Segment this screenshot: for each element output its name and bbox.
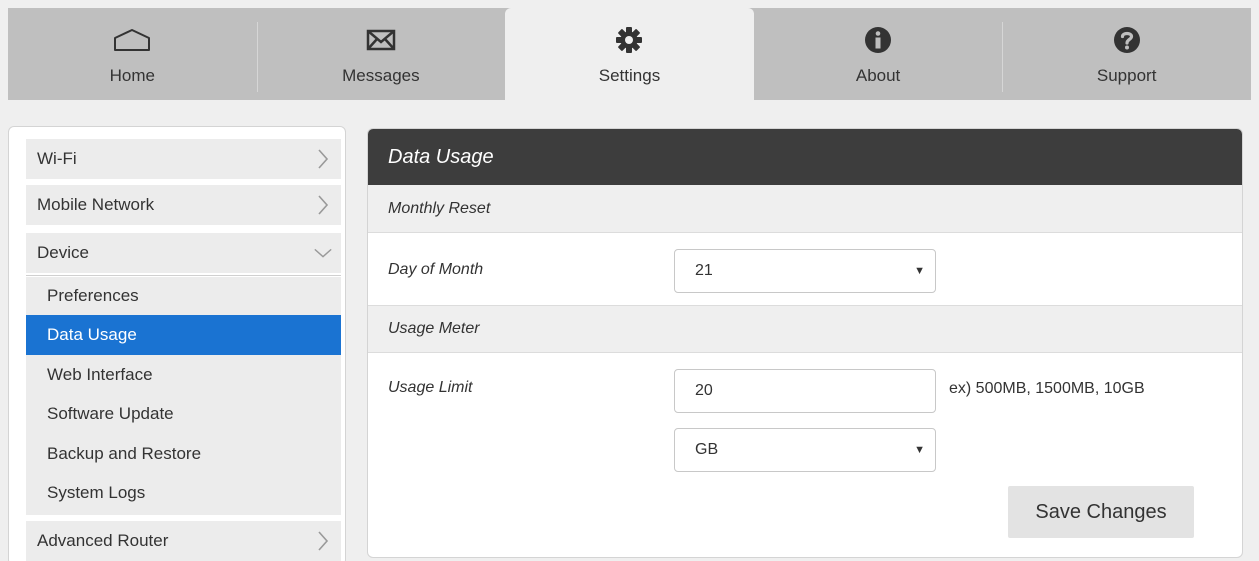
info-icon <box>863 20 893 60</box>
sidebar-item-label: Mobile Network <box>37 195 155 214</box>
sidebar-item-mobile-network[interactable]: Mobile Network <box>26 185 341 225</box>
sidebar-subitem-label: System Logs <box>47 483 146 502</box>
sidebar-item-label: Advanced Router <box>37 531 169 550</box>
sidebar-subitem-label: Web Interface <box>47 365 153 384</box>
envelope-icon <box>366 20 396 60</box>
usage-unit-select[interactable]: GB ▼ <box>674 428 936 472</box>
sidebar-item-wifi[interactable]: Wi-Fi <box>26 139 341 179</box>
sidebar: Wi-Fi Mobile Network Device Preferences … <box>8 126 346 561</box>
save-changes-button[interactable]: Save Changes <box>1008 486 1194 538</box>
usage-unit-value: GB <box>695 441 719 458</box>
sidebar-subitem-system-logs[interactable]: System Logs <box>26 473 341 513</box>
usage-limit-input[interactable]: 20 <box>674 369 936 413</box>
usage-limit-value: 20 <box>695 382 713 399</box>
sidebar-subitem-preferences[interactable]: Preferences <box>26 276 341 316</box>
top-nav: Home Messages Settings About Support <box>8 8 1251 100</box>
gear-icon <box>615 20 643 60</box>
tab-messages-label: Messages <box>342 66 420 85</box>
chevron-right-icon <box>313 191 333 219</box>
tab-home-label: Home <box>109 66 155 85</box>
day-of-month-label: Day of Month <box>388 261 484 278</box>
chevron-right-icon <box>313 145 333 173</box>
sidebar-item-label: Device <box>37 243 89 262</box>
day-of-month-value: 21 <box>695 262 713 279</box>
sidebar-subitem-label: Backup and Restore <box>47 444 202 463</box>
tab-settings[interactable]: Settings <box>505 8 754 100</box>
section-monthly-reset: Monthly Reset <box>368 185 1242 233</box>
tab-about-label: About <box>855 66 901 85</box>
question-icon <box>1112 20 1142 60</box>
sidebar-item-label: Wi-Fi <box>37 149 77 168</box>
usage-limit-hint: ex) 500MB, 1500MB, 10GB <box>949 380 1145 397</box>
chevron-right-icon <box>313 527 333 555</box>
home-icon <box>112 20 152 60</box>
sidebar-subitem-web-interface[interactable]: Web Interface <box>26 355 341 395</box>
section-usage-meter: Usage Meter <box>368 305 1242 353</box>
tab-support[interactable]: Support <box>1002 8 1251 100</box>
tab-settings-label: Settings <box>598 66 661 85</box>
sidebar-subitem-software-update[interactable]: Software Update <box>26 394 341 434</box>
sidebar-item-advanced-router[interactable]: Advanced Router <box>26 521 341 561</box>
chevron-down-icon <box>313 239 333 267</box>
day-of-month-select[interactable]: 21 ▼ <box>674 249 936 293</box>
page-title: Data Usage <box>368 129 1242 185</box>
tab-messages[interactable]: Messages <box>256 8 506 100</box>
sidebar-subitem-label: Software Update <box>47 404 174 423</box>
dropdown-arrow-icon: ▼ <box>914 444 925 456</box>
sidebar-subitem-data-usage[interactable]: Data Usage <box>26 315 341 355</box>
sidebar-subitem-label: Preferences <box>47 286 139 305</box>
sidebar-subitem-label: Data Usage <box>47 325 137 344</box>
tab-about[interactable]: About <box>754 8 1003 100</box>
tab-home[interactable]: Home <box>8 8 257 100</box>
dropdown-arrow-icon: ▼ <box>914 265 925 277</box>
tab-support-label: Support <box>1096 66 1157 85</box>
sidebar-item-device[interactable]: Device <box>26 233 341 273</box>
usage-limit-label: Usage Limit <box>388 379 473 396</box>
sidebar-subitem-backup-restore[interactable]: Backup and Restore <box>26 434 341 474</box>
data-usage-panel: Data Usage Monthly Reset Day of Month 21… <box>367 128 1243 558</box>
